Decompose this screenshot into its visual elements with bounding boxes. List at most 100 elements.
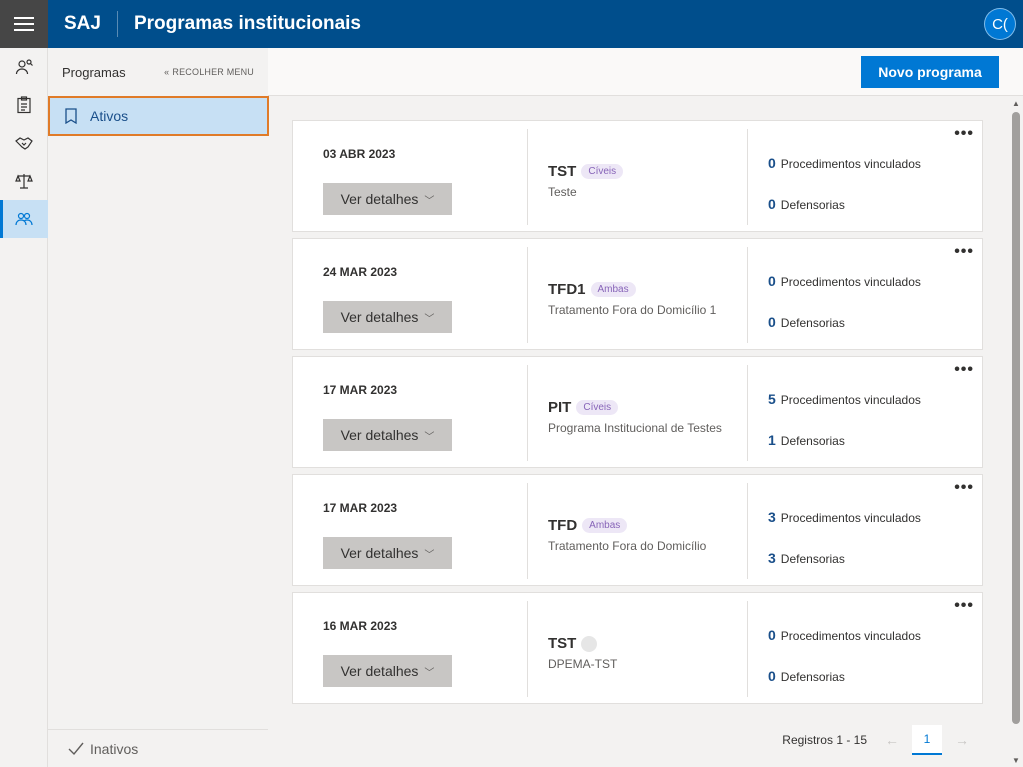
program-code-row: TFD Ambas — [548, 517, 628, 534]
scrollbar[interactable]: ▲ ▼ — [1009, 96, 1023, 767]
program-date: 16 MAR 2023 — [323, 619, 398, 633]
program-code-row: TST — [548, 635, 598, 652]
defensorias-label: Defensorias — [780, 316, 845, 330]
user-avatar[interactable]: C( — [984, 8, 1016, 40]
procedures-label: Procedimentos vinculados — [780, 393, 921, 407]
nav-item-label: Inativos — [90, 740, 139, 757]
divider — [747, 483, 748, 579]
procedures-stat: 3 Procedimentos vinculados — [768, 509, 921, 525]
page-title: Programas institucionais — [133, 13, 361, 34]
program-description: Tratamento Fora do Domicílio 1 — [548, 303, 717, 317]
scales-icon — [15, 174, 33, 189]
program-description: Tratamento Fora do Domicílio — [548, 539, 707, 553]
defensorias-count: 0 — [768, 314, 776, 330]
defensorias-count: 0 — [768, 668, 776, 684]
collapse-menu-label: RECOLHER MENU — [172, 67, 254, 77]
procedures-count: 0 — [768, 273, 776, 289]
divider — [527, 247, 528, 343]
defensorias-count: 0 — [768, 196, 776, 212]
more-options-icon[interactable]: ••• — [954, 244, 974, 260]
divider — [527, 129, 528, 225]
view-details-button[interactable]: Ver detalhes ﹀ — [323, 655, 452, 687]
program-description: Teste — [548, 185, 577, 199]
program-card: 17 MAR 2023 Ver detalhes ﹀ PIT Cíveis Pro… — [292, 356, 983, 468]
procedures-stat: 0 Procedimentos vinculados — [768, 155, 921, 171]
defensorias-label: Defensorias — [780, 552, 845, 566]
program-tag: Cíveis — [576, 400, 619, 415]
procedures-label: Procedimentos vinculados — [780, 511, 921, 525]
view-details-button[interactable]: Ver detalhes ﹀ — [323, 419, 452, 451]
divider — [747, 601, 748, 697]
program-code: TST — [548, 635, 577, 652]
chevron-down-icon: ﹀ — [424, 313, 435, 325]
icon-rail — [0, 48, 48, 767]
program-list: 03 ABR 2023 Ver detalhes ﹀ TST Cíveis Tes… — [268, 96, 1009, 767]
rail-item-scales[interactable] — [0, 162, 48, 200]
scroll-down-icon[interactable]: ▼ — [1009, 753, 1023, 767]
more-options-icon[interactable]: ••• — [954, 598, 974, 614]
defensorias-stat: 0 Defensorias — [768, 196, 845, 212]
new-program-button[interactable]: Novo programa — [861, 56, 999, 88]
procedures-stat: 0 Procedimentos vinculados — [768, 273, 921, 289]
defensorias-label: Defensorias — [780, 198, 845, 212]
program-date: 17 MAR 2023 — [323, 501, 398, 515]
hamburger-menu-icon[interactable] — [0, 0, 48, 48]
scroll-up-icon[interactable]: ▲ — [1009, 96, 1023, 110]
rail-item-people[interactable] — [0, 200, 48, 238]
handshake-icon — [15, 137, 33, 150]
program-tag: Ambas — [590, 282, 636, 297]
more-options-icon[interactable]: ••• — [954, 480, 974, 496]
view-details-label: Ver detalhes — [340, 191, 419, 207]
scrollbar-thumb[interactable] — [1012, 112, 1020, 724]
rail-item-handshake[interactable] — [0, 124, 48, 162]
view-details-button[interactable]: Ver detalhes ﹀ — [323, 301, 452, 333]
page-button[interactable]: 1 — [912, 725, 942, 755]
divider — [747, 247, 748, 343]
procedures-count: 0 — [768, 155, 776, 171]
procedures-count: 0 — [768, 627, 776, 643]
people-icon — [15, 212, 33, 226]
divider — [527, 483, 528, 579]
program-code-row: PIT Cíveis — [548, 399, 619, 416]
rail-item-clipboard[interactable] — [0, 86, 48, 124]
panel-title: Programas — [62, 64, 126, 80]
more-options-icon[interactable]: ••• — [954, 126, 974, 142]
program-date: 24 MAR 2023 — [323, 265, 398, 279]
rail-item-person-search[interactable] — [0, 48, 48, 86]
defensorias-label: Defensorias — [780, 670, 845, 684]
procedures-label: Procedimentos vinculados — [780, 275, 921, 289]
program-date: 03 ABR 2023 — [323, 147, 396, 161]
program-card: 24 MAR 2023 Ver detalhes ﹀ TFD1 Ambas Tra… — [292, 238, 983, 350]
divider — [747, 365, 748, 461]
defensorias-stat: 0 Defensorias — [768, 314, 845, 330]
prev-page-arrow-icon[interactable]: ← — [877, 725, 907, 755]
more-options-icon[interactable]: ••• — [954, 362, 974, 378]
procedures-stat: 0 Procedimentos vinculados — [768, 627, 921, 643]
nav-item-inativos[interactable]: Inativos — [48, 729, 268, 767]
view-details-label: Ver detalhes — [340, 663, 419, 679]
program-code: TFD1 — [548, 281, 586, 298]
double-chevron-left-icon: « — [164, 67, 170, 77]
program-card: 17 MAR 2023 Ver detalhes ﹀ TFD Ambas Trat… — [292, 474, 983, 586]
program-card: 16 MAR 2023 Ver detalhes ﹀ TST DPEMA-TST … — [292, 592, 983, 704]
view-details-label: Ver detalhes — [340, 309, 419, 325]
chevron-down-icon: ﹀ — [424, 431, 435, 443]
collapse-menu-button[interactable]: « RECOLHER MENU — [164, 67, 254, 77]
procedures-count: 5 — [768, 391, 776, 407]
bookmark-icon — [65, 108, 77, 124]
defensorias-stat: 3 Defensorias — [768, 550, 845, 566]
nav-item-ativos[interactable]: Ativos — [48, 96, 269, 136]
view-details-button[interactable]: Ver detalhes ﹀ — [323, 537, 452, 569]
program-date: 17 MAR 2023 — [323, 383, 398, 397]
divider — [527, 601, 528, 697]
view-details-button[interactable]: Ver detalhes ﹀ — [323, 183, 452, 215]
program-code-row: TST Cíveis — [548, 163, 624, 180]
brand-logo[interactable]: SAJ — [64, 11, 118, 37]
program-card: 03 ABR 2023 Ver detalhes ﹀ TST Cíveis Tes… — [292, 120, 983, 232]
procedures-stat: 5 Procedimentos vinculados — [768, 391, 921, 407]
divider — [527, 365, 528, 461]
view-details-label: Ver detalhes — [340, 545, 419, 561]
next-page-arrow-icon[interactable]: → — [947, 725, 977, 755]
defensorias-count: 1 — [768, 432, 776, 448]
program-description: Programa Institucional de Testes — [548, 421, 722, 435]
